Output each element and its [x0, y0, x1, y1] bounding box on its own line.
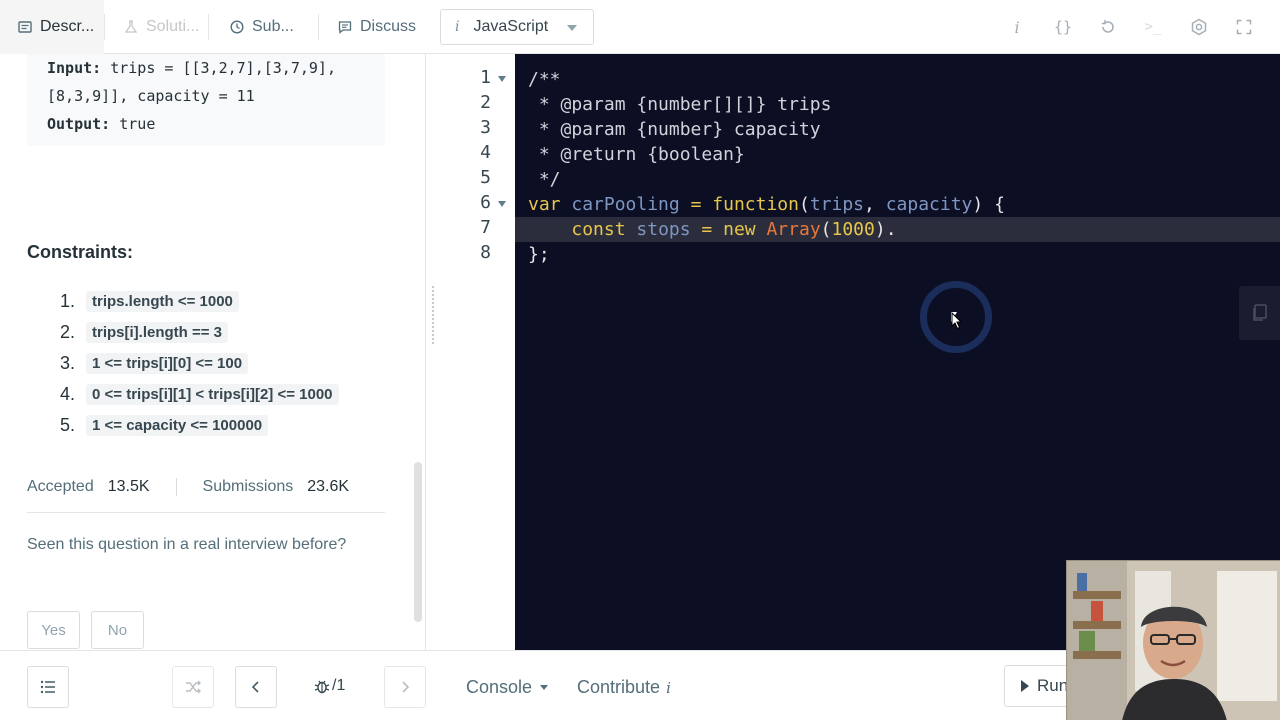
contribute-button[interactable]: Contribute i — [577, 677, 671, 698]
no-button[interactable]: No — [91, 611, 144, 649]
info-icon: i — [666, 679, 671, 697]
constraints-list: 1. trips.length <= 1000 2. trips[i].length… — [60, 286, 339, 441]
chevron-down-icon — [540, 685, 549, 690]
settings-icon[interactable] — [1188, 16, 1210, 38]
line-number: 3 — [480, 117, 491, 138]
console-label: Console — [466, 677, 533, 697]
tab-discuss[interactable]: Discuss — [318, 0, 428, 54]
line-number: 8 — [480, 242, 491, 263]
accepted-value: 13.5K — [107, 478, 150, 495]
input-line2: [8,3,9]], capacity = 11 — [47, 87, 255, 105]
submissions-value: 23.6K — [307, 478, 350, 495]
scrollbar[interactable] — [414, 462, 422, 622]
console-button[interactable]: Console — [466, 677, 549, 698]
webcam-video — [1067, 561, 1280, 720]
pager: /1 — [314, 677, 345, 695]
random-problem-button[interactable] — [172, 666, 214, 708]
code-line: var carPooling = function(trips, capacit… — [528, 194, 1005, 215]
output-label: Output: — [47, 115, 111, 133]
input-line1: trips = [[3,2,7],[3,7,9], — [101, 59, 336, 77]
code-line: * @return {boolean} — [528, 144, 745, 165]
code-line-active: const stops = new Array(1000). — [515, 217, 1280, 242]
tab-discuss-label: Discuss — [360, 18, 417, 35]
run-label: Run — [1037, 676, 1069, 695]
input-label: Input: — [47, 59, 102, 77]
list-item: 1. trips.length <= 1000 — [60, 286, 339, 317]
reset-icon[interactable] — [1097, 16, 1119, 38]
language-label: JavaScript — [473, 18, 549, 35]
fullscreen-icon[interactable] — [1233, 16, 1255, 38]
tab-description[interactable]: Descr... — [0, 0, 104, 54]
accepted-label: Accepted — [27, 478, 94, 495]
divider — [175, 478, 177, 496]
mouse-cursor-icon — [951, 312, 963, 330]
next-button[interactable] — [384, 666, 426, 708]
line-number: 5 — [480, 167, 491, 188]
play-icon — [1021, 680, 1029, 692]
fold-arrow-icon[interactable] — [498, 201, 506, 207]
tab-solution-label: Soluti... — [146, 18, 200, 35]
line-number: 4 — [480, 142, 491, 163]
contribute-label: Contribute — [577, 677, 661, 697]
fold-arrow-icon[interactable] — [498, 76, 506, 82]
line-number: 6 — [441, 192, 515, 217]
copy-icon[interactable] — [1239, 286, 1280, 340]
list-item: 4. 0 <= trips[i][1] < trips[i][2] <= 1000 — [60, 379, 339, 410]
braces-icon[interactable]: {} — [1052, 16, 1074, 38]
line-number: 7 — [480, 217, 491, 238]
shuffle-icon — [186, 680, 201, 694]
divider — [27, 512, 385, 513]
constraints-title: Constraints: — [27, 242, 134, 262]
clock-icon — [230, 20, 244, 34]
yes-button[interactable]: Yes — [27, 611, 80, 649]
flask-icon — [124, 20, 138, 34]
tab-description-label: Descr... — [40, 18, 95, 35]
pager-text: /1 — [332, 677, 346, 694]
line-number: 1 — [441, 67, 515, 92]
tab-submissions[interactable]: Sub... — [208, 0, 318, 54]
submissions-label: Submissions — [202, 478, 294, 495]
code-line: */ — [528, 169, 561, 190]
language-select[interactable]: i JavaScript — [440, 9, 594, 45]
example-block: Input: trips = [[3,2,7],[3,7,9], [8,3,9]… — [27, 54, 385, 146]
list-item: 3. 1 <= trips[i][0] <= 100 — [60, 348, 339, 379]
line-number-gutter: 1 2 3 4 5 6 7 8 — [441, 54, 515, 650]
list-item: 5. 1 <= capacity <= 100000 — [60, 410, 339, 441]
output-value: true — [110, 115, 156, 133]
description-icon — [18, 20, 32, 34]
previous-button[interactable] — [235, 666, 277, 708]
code-line: /** — [528, 69, 561, 90]
chevron-left-icon — [251, 681, 259, 693]
info-icon: i — [455, 19, 460, 35]
top-bar: Descr... Soluti... Sub... Discuss i Java… — [0, 0, 1280, 54]
problem-list-button[interactable] — [27, 666, 69, 708]
code-line: * @param {number[][]} trips — [528, 94, 832, 115]
line-number: 2 — [480, 92, 491, 113]
code-line: * @param {number} capacity — [528, 119, 821, 140]
panel-resize-handle[interactable] — [432, 286, 434, 344]
code-line: }; — [528, 244, 550, 265]
comment-icon — [338, 20, 352, 34]
bug-icon — [314, 680, 330, 694]
tab-solution[interactable]: Soluti... — [104, 0, 208, 54]
terminal-icon[interactable]: >_ — [1142, 16, 1164, 38]
chevron-down-icon — [567, 25, 577, 31]
info-icon[interactable]: i — [1006, 16, 1028, 38]
stats-row: Accepted 13.5K Submissions 23.6K — [27, 478, 349, 496]
interview-question: Seen this question in a real interview b… — [27, 536, 347, 553]
description-panel: Input: trips = [[3,2,7],[3,7,9], [8,3,9]… — [0, 54, 426, 650]
chevron-right-icon — [402, 681, 410, 693]
webcam-overlay — [1066, 560, 1280, 720]
list-icon — [40, 680, 55, 694]
tab-submissions-label: Sub... — [252, 18, 294, 35]
list-item: 2. trips[i].length == 3 — [60, 317, 339, 348]
